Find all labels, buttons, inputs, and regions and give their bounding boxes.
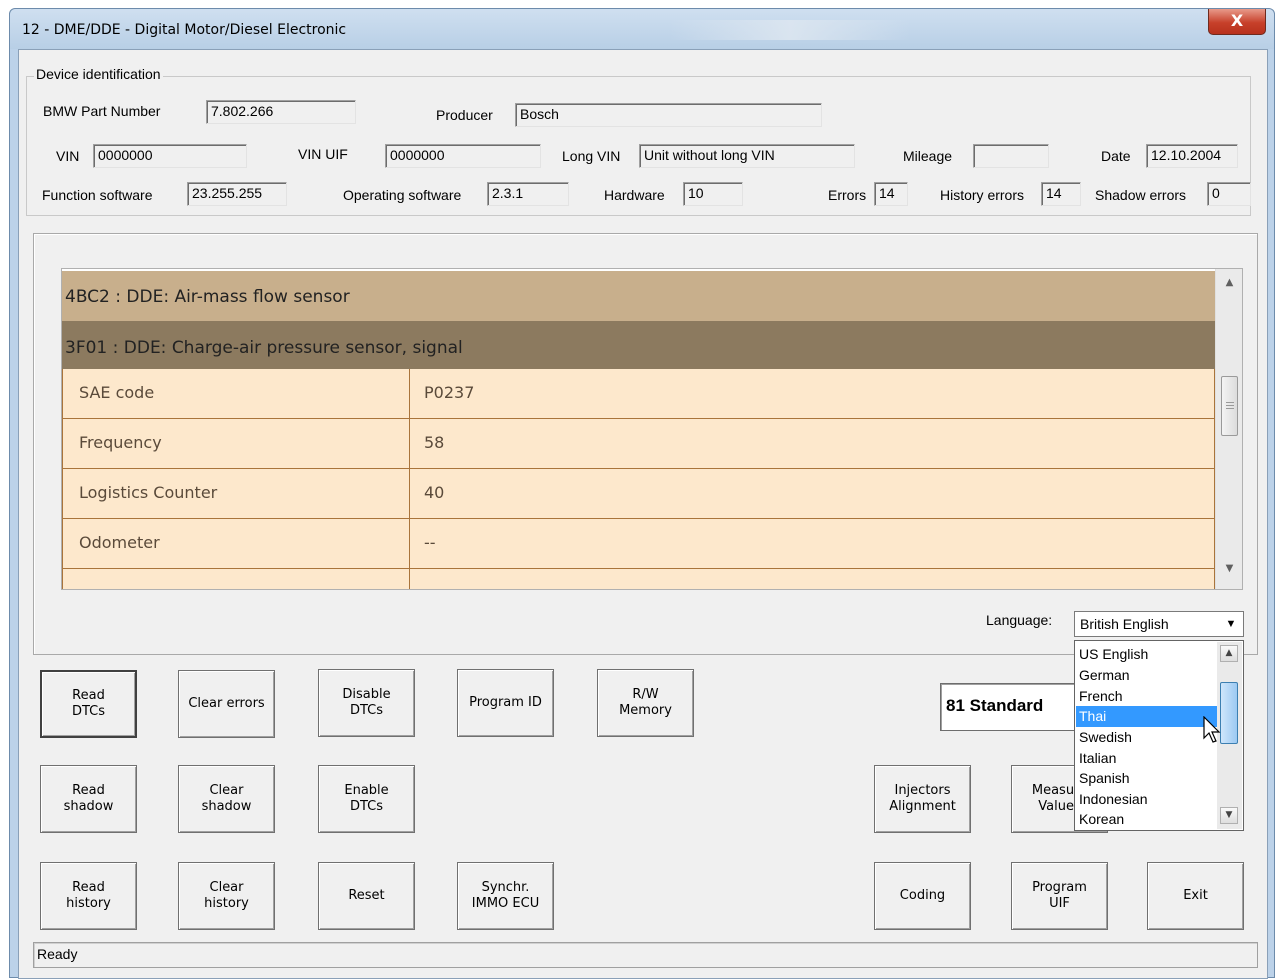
clear-shadow-button[interactable]: Clear shadow bbox=[178, 765, 275, 833]
clear-errors-button[interactable]: Clear errors bbox=[178, 670, 275, 738]
vin-field[interactable]: 0000000 bbox=[93, 144, 247, 168]
detail-value: 58 bbox=[410, 419, 1215, 469]
detail-row: SAE code P0237 bbox=[62, 369, 1216, 419]
errors-field[interactable]: 14 bbox=[874, 182, 908, 206]
status-bar: Ready bbox=[33, 942, 1258, 968]
detail-row: Logistics Counter 40 bbox=[62, 469, 1216, 519]
title-watermark bbox=[670, 20, 910, 40]
hardware-field[interactable]: 10 bbox=[683, 182, 743, 206]
history-errors-field[interactable]: 14 bbox=[1041, 182, 1081, 206]
injectors-alignment-button[interactable]: Injectors Alignment bbox=[874, 765, 971, 833]
operating-software-field[interactable]: 2.3.1 bbox=[487, 182, 569, 206]
reset-button[interactable]: Reset bbox=[318, 862, 415, 930]
standard-display: 81 Standard bbox=[940, 683, 1090, 731]
scroll-down-arrow-icon[interactable]: ▼ bbox=[1220, 807, 1238, 824]
clear-history-button[interactable]: Clear history bbox=[178, 862, 275, 930]
scroll-up-arrow-icon[interactable]: ▲ bbox=[1216, 273, 1242, 293]
producer-field[interactable]: Bosch bbox=[515, 103, 822, 127]
read-dtcs-button[interactable]: Read DTCs bbox=[40, 670, 137, 738]
detail-row: Odometer -- bbox=[62, 519, 1216, 569]
detail-value: P0237 bbox=[410, 369, 1215, 419]
language-option[interactable]: Korean bbox=[1076, 809, 1217, 830]
group-title: Device identification bbox=[34, 66, 163, 82]
language-selected-value: British English bbox=[1080, 616, 1169, 632]
shadow-errors-label: Shadow errors bbox=[1095, 187, 1187, 203]
language-option-highlighted[interactable]: Thai bbox=[1076, 706, 1217, 727]
vin-uif-label: VIN UIF bbox=[298, 146, 348, 162]
exit-button[interactable]: Exit bbox=[1147, 862, 1244, 930]
error-list-scrollbar[interactable]: ▲ ▼ bbox=[1215, 269, 1242, 589]
detail-value: 40 bbox=[410, 469, 1215, 519]
language-option[interactable]: Italian bbox=[1076, 748, 1217, 769]
mileage-field[interactable] bbox=[973, 144, 1049, 168]
language-select[interactable]: British English ▼ bbox=[1074, 611, 1244, 637]
long-vin-label: Long VIN bbox=[562, 148, 621, 164]
detail-name: Logistics Counter bbox=[62, 469, 410, 519]
error-header-row-selected[interactable]: 3F01 : DDE: Charge-air pressure sensor, … bbox=[62, 321, 1216, 369]
detail-value bbox=[410, 569, 1215, 589]
error-list[interactable]: 4BC2 : DDE: Air-mass flow sensor 3F01 : … bbox=[61, 268, 1243, 590]
language-option[interactable]: French bbox=[1076, 686, 1217, 707]
language-option[interactable]: Swedish bbox=[1076, 727, 1217, 748]
scroll-down-arrow-icon[interactable]: ▼ bbox=[1216, 559, 1242, 579]
rw-memory-button[interactable]: R/W Memory bbox=[597, 669, 694, 737]
language-label: Language: bbox=[986, 612, 1053, 628]
detail-row: Frequency 58 bbox=[62, 419, 1216, 469]
long-vin-field[interactable]: Unit without long VIN bbox=[639, 144, 855, 168]
language-option[interactable]: US English bbox=[1076, 644, 1217, 665]
date-field[interactable]: 12.10.2004 bbox=[1146, 144, 1238, 168]
scroll-up-arrow-icon[interactable]: ▲ bbox=[1220, 645, 1238, 662]
detail-name bbox=[62, 569, 410, 589]
shadow-errors-field[interactable]: 0 bbox=[1207, 182, 1251, 206]
operating-software-label: Operating software bbox=[343, 187, 462, 203]
function-software-label: Function software bbox=[42, 187, 153, 203]
error-header-row[interactable]: 4BC2 : DDE: Air-mass flow sensor bbox=[62, 271, 1216, 323]
read-shadow-button[interactable]: Read shadow bbox=[40, 765, 137, 833]
language-option[interactable]: Spanish bbox=[1076, 768, 1217, 789]
vin-label: VIN bbox=[56, 148, 80, 164]
synchr-immo-ecu-button[interactable]: Synchr. IMMO ECU bbox=[457, 862, 554, 930]
chevron-down-icon[interactable]: ▼ bbox=[1220, 613, 1242, 635]
title-bar: 12 - DME/DDE - Digital Motor/Diesel Elec… bbox=[10, 9, 1274, 49]
language-option[interactable]: German bbox=[1076, 665, 1217, 686]
detail-name: SAE code bbox=[62, 369, 410, 419]
read-history-button[interactable]: Read history bbox=[40, 862, 137, 930]
mileage-label: Mileage bbox=[903, 148, 953, 164]
date-label: Date bbox=[1101, 148, 1131, 164]
history-errors-label: History errors bbox=[940, 187, 1025, 203]
program-uif-button[interactable]: Program UIF bbox=[1011, 862, 1108, 930]
bmw-part-number-field[interactable]: 7.802.266 bbox=[206, 100, 356, 124]
producer-label: Producer bbox=[436, 107, 493, 123]
disable-dtcs-button[interactable]: Disable DTCs bbox=[318, 669, 415, 737]
language-option[interactable]: Indonesian bbox=[1076, 789, 1217, 810]
bmw-part-number-label: BMW Part Number bbox=[43, 103, 161, 119]
coding-button[interactable]: Coding bbox=[874, 862, 971, 930]
detail-name: Odometer bbox=[62, 519, 410, 569]
detail-name: Frequency bbox=[62, 419, 410, 469]
window-title: 12 - DME/DDE - Digital Motor/Diesel Elec… bbox=[22, 22, 347, 38]
function-software-field[interactable]: 23.255.255 bbox=[187, 182, 287, 206]
program-id-button[interactable]: Program ID bbox=[457, 669, 554, 737]
detail-value: -- bbox=[410, 519, 1215, 569]
hardware-label: Hardware bbox=[604, 187, 665, 203]
scroll-thumb[interactable] bbox=[1221, 376, 1238, 436]
detail-row bbox=[62, 569, 1216, 589]
close-button[interactable]: X bbox=[1208, 9, 1266, 35]
mouse-pointer-icon bbox=[1203, 716, 1221, 743]
enable-dtcs-button[interactable]: Enable DTCs bbox=[318, 765, 415, 833]
vin-uif-field[interactable]: 0000000 bbox=[385, 144, 541, 168]
errors-label: Errors bbox=[828, 187, 867, 203]
